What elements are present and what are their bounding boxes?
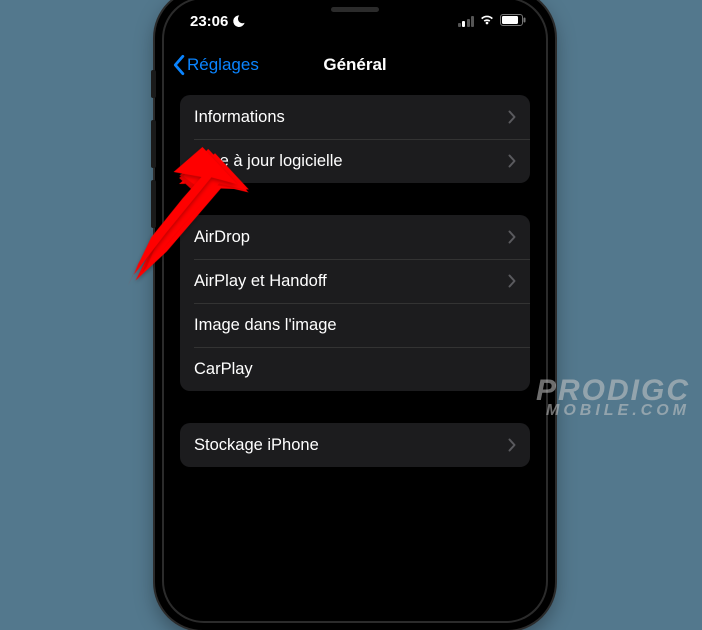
chevron-right-icon bbox=[508, 438, 516, 452]
chevron-left-icon bbox=[172, 54, 185, 76]
watermark-line1: PRODIGC bbox=[536, 377, 690, 404]
watermark: PRODIGC MOBILE.COM bbox=[536, 377, 690, 418]
back-button[interactable]: Réglages bbox=[172, 54, 259, 76]
wifi-icon bbox=[479, 13, 495, 30]
row-label: CarPlay bbox=[194, 360, 253, 379]
notch bbox=[270, 0, 440, 29]
row-label: Stockage iPhone bbox=[194, 436, 319, 455]
watermark-line2: MOBILE.COM bbox=[536, 404, 690, 418]
do-not-disturb-icon bbox=[232, 14, 246, 28]
chevron-right-icon bbox=[508, 110, 516, 124]
nav-bar: Réglages Général bbox=[164, 43, 546, 87]
nav-title: Général bbox=[323, 55, 386, 75]
phone-frame: 23:06 Réglages bbox=[155, 0, 555, 630]
chevron-right-icon bbox=[508, 274, 516, 288]
back-label: Réglages bbox=[187, 55, 259, 75]
row-label: Image dans l'image bbox=[194, 316, 337, 335]
row-carplay[interactable]: CarPlay bbox=[180, 347, 530, 391]
row-label: Informations bbox=[194, 108, 285, 127]
row-storage[interactable]: Stockage iPhone bbox=[180, 423, 530, 467]
row-pip[interactable]: Image dans l'image bbox=[180, 303, 530, 347]
cellular-icon bbox=[458, 16, 475, 27]
chevron-right-icon bbox=[508, 154, 516, 168]
row-informations[interactable]: Informations bbox=[180, 95, 530, 139]
status-time: 23:06 bbox=[190, 13, 228, 30]
battery-icon bbox=[500, 13, 526, 30]
annotation-arrow-icon bbox=[105, 140, 240, 294]
chevron-right-icon bbox=[508, 230, 516, 244]
settings-group: Stockage iPhone bbox=[180, 423, 530, 467]
mute-switch bbox=[151, 70, 156, 98]
